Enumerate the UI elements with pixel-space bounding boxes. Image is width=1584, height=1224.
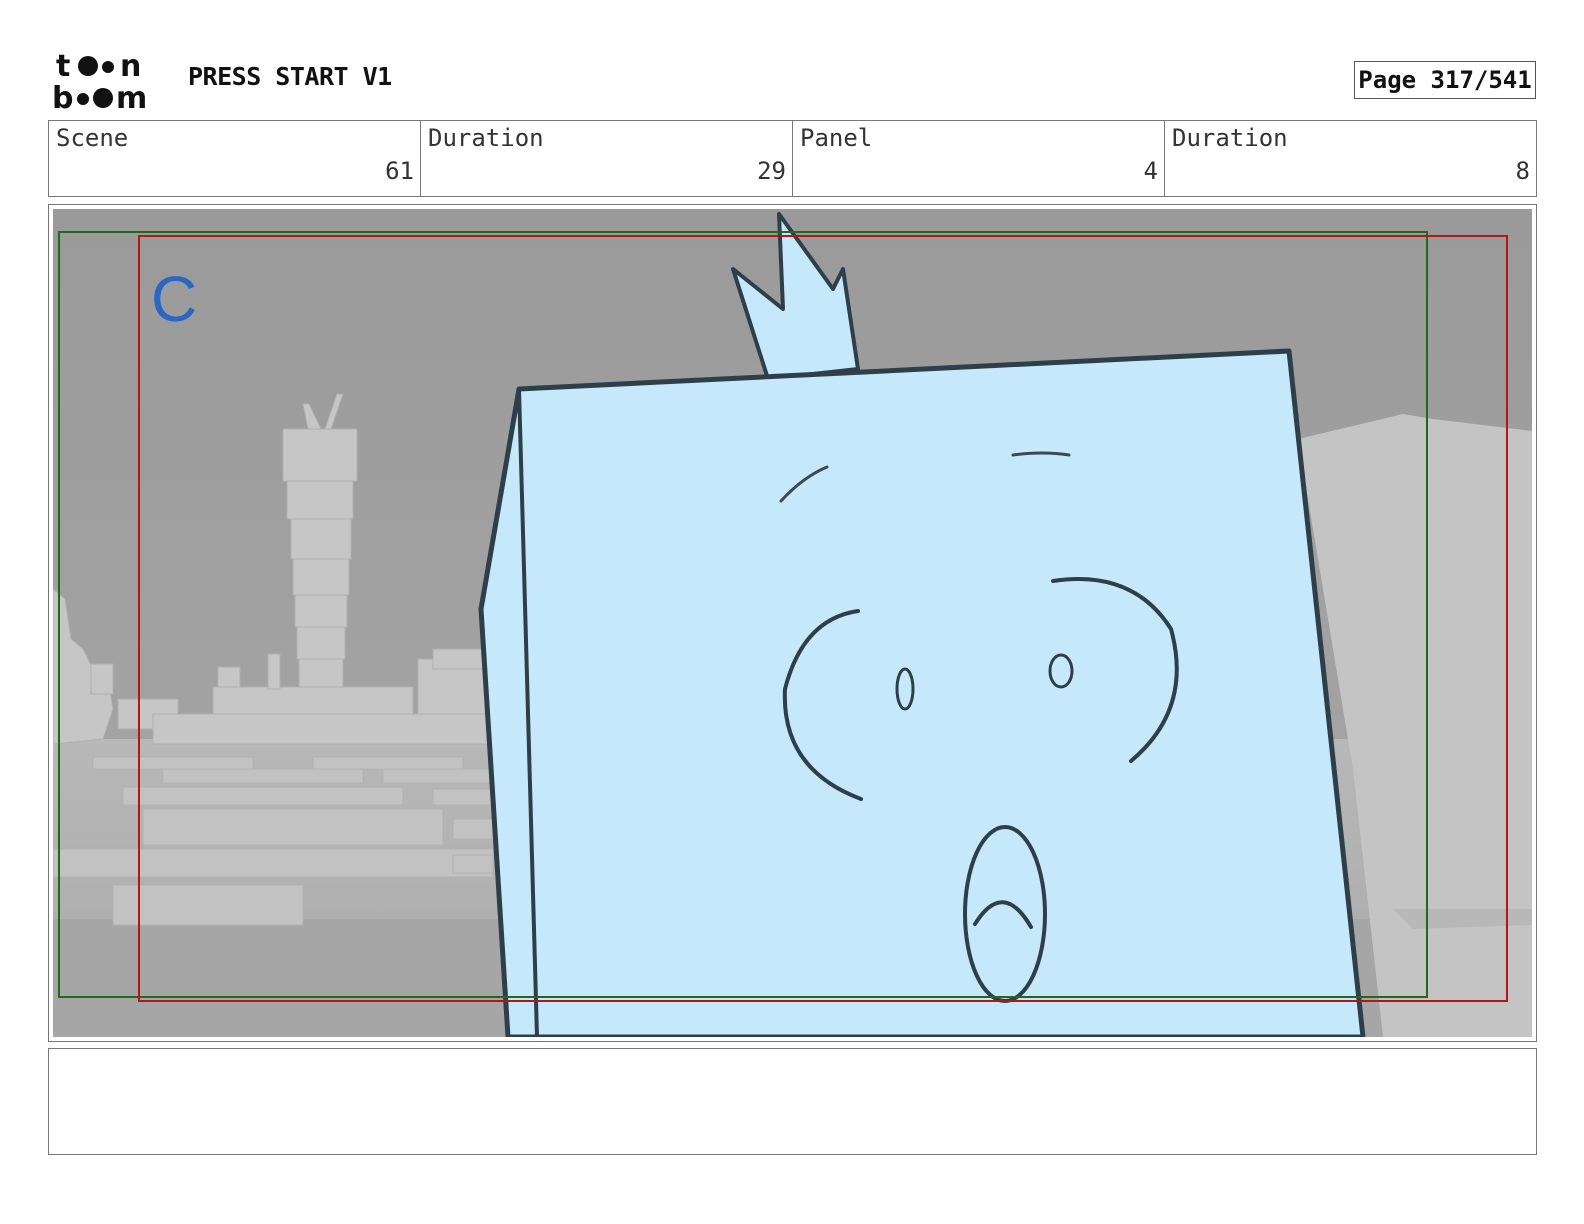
panel-cell: Panel 4 bbox=[793, 121, 1165, 196]
page-indicator: Page 317/541 bbox=[1354, 61, 1536, 99]
svg-text:m: m bbox=[116, 81, 147, 114]
panel-value: 4 bbox=[1143, 157, 1158, 185]
scene-duration-value: 29 bbox=[757, 157, 786, 185]
panel-duration-cell: Duration 8 bbox=[1165, 121, 1536, 196]
panel-info-table: Scene 61 Duration 29 Panel 4 Duration 8 bbox=[48, 120, 1537, 197]
panel-duration-value: 8 bbox=[1515, 157, 1530, 185]
svg-text:b: b bbox=[52, 81, 73, 114]
scene-duration-label: Duration bbox=[428, 124, 544, 152]
svg-text:n: n bbox=[120, 49, 141, 84]
toon-boom-logo: t n b m bbox=[52, 49, 147, 114]
scene-duration-cell: Duration 29 bbox=[421, 121, 793, 196]
svg-text:t: t bbox=[56, 49, 70, 84]
layer-letter: C bbox=[151, 263, 197, 335]
scene-value: 61 bbox=[385, 157, 414, 185]
project-title: PRESS START V1 bbox=[188, 62, 392, 91]
scene-label: Scene bbox=[56, 124, 129, 152]
panel-label: Panel bbox=[800, 124, 873, 152]
panel-duration-label: Duration bbox=[1172, 124, 1288, 152]
storyboard-panel-image: C bbox=[53, 209, 1532, 1037]
character-head bbox=[478, 348, 1366, 1037]
scene-cell: Scene 61 bbox=[49, 121, 421, 196]
panel-notes-box bbox=[48, 1048, 1537, 1155]
